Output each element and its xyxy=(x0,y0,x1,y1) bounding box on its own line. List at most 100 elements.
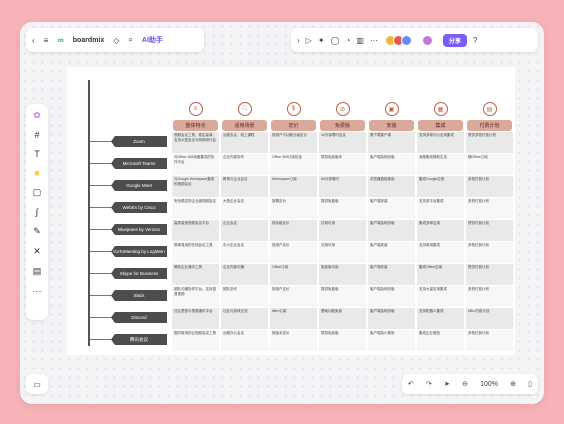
table-cell[interactable]: 安全稳定的企业级视频会议 xyxy=(172,198,219,219)
table-cell[interactable]: 随Office订阅 xyxy=(466,154,513,175)
redo-icon[interactable]: ↷ xyxy=(426,380,432,388)
table-cell[interactable]: Nitro付费计划 xyxy=(466,308,513,329)
ai-assistant-button[interactable]: AI助手 xyxy=(142,35,163,45)
table-cell[interactable]: 高质量音视频会议平台 xyxy=(172,220,219,241)
table-cell[interactable]: 集成Google应用 xyxy=(417,176,464,197)
table-cell[interactable]: 与Office 365深度集成的协作平台 xyxy=(172,154,219,175)
table-cell[interactable]: 客户端安装 xyxy=(368,264,415,285)
canvas-board[interactable]: ≡ 整体特点 ⛶ 适用场景 $ 定价 ⊘ 免费版 ▣ 安装 ▦ 集成 ▤ 付费计划 Zoom 视频会议工具，稳… xyxy=(67,67,515,355)
column-header[interactable]: 免费版 xyxy=(320,120,365,131)
row-label[interactable]: Microsoft Teams xyxy=(111,158,167,169)
share-button[interactable]: 分享 xyxy=(442,33,467,47)
table-cell[interactable]: 远程办公会议 xyxy=(221,330,268,351)
table-cell[interactable]: 提供免费版 xyxy=(319,198,366,219)
table-cell[interactable]: 支持大量应用集成 xyxy=(417,286,464,307)
column-header[interactable]: 安装 xyxy=(369,120,414,131)
back-icon[interactable]: ‹ xyxy=(32,36,35,45)
text-icon[interactable]: T xyxy=(34,149,40,159)
zoom-level[interactable]: 100% xyxy=(480,381,498,388)
menu-icon[interactable]: ≡ xyxy=(44,36,49,45)
row-label[interactable]: Zoom xyxy=(111,136,167,147)
table-cell[interactable]: 提供免费版 xyxy=(319,286,366,307)
table-cell[interactable]: Office订阅 xyxy=(270,264,317,285)
table-cell[interactable]: 按版本定价 xyxy=(270,330,317,351)
help-icon[interactable]: ? xyxy=(473,36,477,45)
table-cell[interactable]: 客户端及网页版 xyxy=(368,286,415,307)
row-label[interactable]: Google Meet xyxy=(111,180,167,191)
table-cell[interactable]: 基础功能免费 xyxy=(319,308,366,329)
minimap-button[interactable]: ▭ xyxy=(26,374,48,394)
table-cell[interactable]: 社区语音与视频通讯平台 xyxy=(172,308,219,329)
undo-icon[interactable]: ↶ xyxy=(408,380,414,388)
table-cell[interactable]: 企业会议 xyxy=(221,220,268,241)
table-cell[interactable]: 多档付费计划 xyxy=(466,198,513,219)
more-icon[interactable]: ⋯ xyxy=(370,36,378,45)
table-cell[interactable]: 团队协作 xyxy=(221,286,268,307)
row-label[interactable]: 腾讯会议 xyxy=(111,334,167,345)
row-label[interactable]: Discord xyxy=(111,312,167,323)
table-cell[interactable]: 微软企业通讯工具 xyxy=(172,264,219,285)
table-cell[interactable]: 多档付费计划 xyxy=(466,330,513,351)
table-cell[interactable]: 企业内部协作 xyxy=(221,154,268,175)
frame-icon[interactable]: # xyxy=(34,130,39,140)
play-icon[interactable]: ▷ xyxy=(306,36,312,45)
row-label[interactable]: Skype for Business xyxy=(111,268,167,279)
table-cell[interactable]: 支持多平台集成 xyxy=(417,198,464,219)
table-cell[interactable]: 客户端安装 xyxy=(368,198,415,219)
row-label[interactable]: Slack xyxy=(111,290,167,301)
row-label[interactable]: WebEx by Cisco xyxy=(111,202,167,213)
table-cell[interactable]: 提供付费计划 xyxy=(466,264,513,285)
table-cell[interactable]: 团队沟通协作平台，支持语音视频 xyxy=(172,286,219,307)
table-cell[interactable]: 客户端及网页版 xyxy=(368,308,415,329)
shape-icon[interactable]: ▢ xyxy=(33,187,42,198)
table-cell[interactable]: 按需定价 xyxy=(270,198,317,219)
table-cell[interactable]: 客户端及网页版 xyxy=(368,154,415,175)
table-cell[interactable]: Workspace订阅 xyxy=(270,176,317,197)
table-cell[interactable]: 集成企业微信 xyxy=(417,330,464,351)
table-cell[interactable]: 支持常用集成 xyxy=(417,242,464,263)
table-cell[interactable]: 视频会议工具，稳定高清，支持大型会议与网络研讨会 xyxy=(172,132,219,153)
timer-icon[interactable]: ◔ xyxy=(345,36,350,45)
comment-icon[interactable]: ◯ xyxy=(331,36,340,45)
table-cell[interactable]: 客户端安装 xyxy=(368,242,415,263)
avatar[interactable] xyxy=(400,34,412,46)
connector-icon[interactable]: ∫ xyxy=(36,207,38,217)
table-cell[interactable]: 企业内部沟通 xyxy=(221,264,268,285)
table-cell[interactable]: 需下载客户端 xyxy=(368,132,415,153)
table-cell[interactable]: 提供多档付费计划 xyxy=(466,132,513,153)
table-cell[interactable]: 多档付费计划 xyxy=(466,286,513,307)
table-cell[interactable]: 浏览器直接使用 xyxy=(368,176,415,197)
table-cell[interactable]: 按用户定价 xyxy=(270,286,317,307)
row-label[interactable]: Bluejeans by Verizon xyxy=(111,224,167,235)
vote-icon[interactable]: ▥ xyxy=(356,36,364,45)
table-cell[interactable]: 深度集成微软生态 xyxy=(417,154,464,175)
collapse-icon[interactable]: › xyxy=(297,36,300,45)
table-cell[interactable]: 提供免费版 xyxy=(319,330,366,351)
table-cell[interactable]: 支持机器人集成 xyxy=(417,308,464,329)
column-header[interactable]: 集成 xyxy=(418,120,463,131)
table-cell[interactable]: 按用户定价 xyxy=(270,242,317,263)
column-header[interactable]: 付费计划 xyxy=(467,120,512,131)
table-cell[interactable]: 远程会议、线上课程 xyxy=(221,132,268,153)
table-cell[interactable]: 客户端及网页版 xyxy=(368,220,415,241)
table-cell[interactable]: 提供付费计划 xyxy=(466,220,513,241)
celebrate-icon[interactable]: ✦ xyxy=(318,36,325,45)
table-cell[interactable]: 国内常用的云视频会议工具 xyxy=(172,330,219,351)
table-cell[interactable]: 多档付费计划 xyxy=(466,242,513,263)
sticky-note-icon[interactable]: ■ xyxy=(34,168,39,178)
mindmap-icon[interactable]: ✕ xyxy=(33,246,41,257)
table-cell[interactable]: 中小企业会议 xyxy=(221,242,268,263)
tag-icon[interactable]: ◇ xyxy=(113,36,119,45)
table-cell[interactable]: 大型企业会议 xyxy=(221,198,268,219)
table-cell[interactable]: 40分钟限时会议 xyxy=(319,132,366,153)
table-cell[interactable]: 试用可用 xyxy=(319,220,366,241)
template-icon[interactable]: ▤ xyxy=(33,266,42,277)
search-icon[interactable]: ⌕ xyxy=(128,35,132,45)
collaborator-avatars[interactable] xyxy=(384,34,412,46)
pointer-icon[interactable]: ➤ xyxy=(444,380,450,388)
more-tools-icon[interactable]: ⋯ xyxy=(33,286,42,297)
palette-icon[interactable]: ✿ xyxy=(33,110,41,121)
map-icon[interactable]: ▯ xyxy=(528,380,532,388)
table-cell[interactable]: 集成Office应用 xyxy=(417,264,464,285)
table-cell[interactable]: 60分钟限时 xyxy=(319,176,366,197)
